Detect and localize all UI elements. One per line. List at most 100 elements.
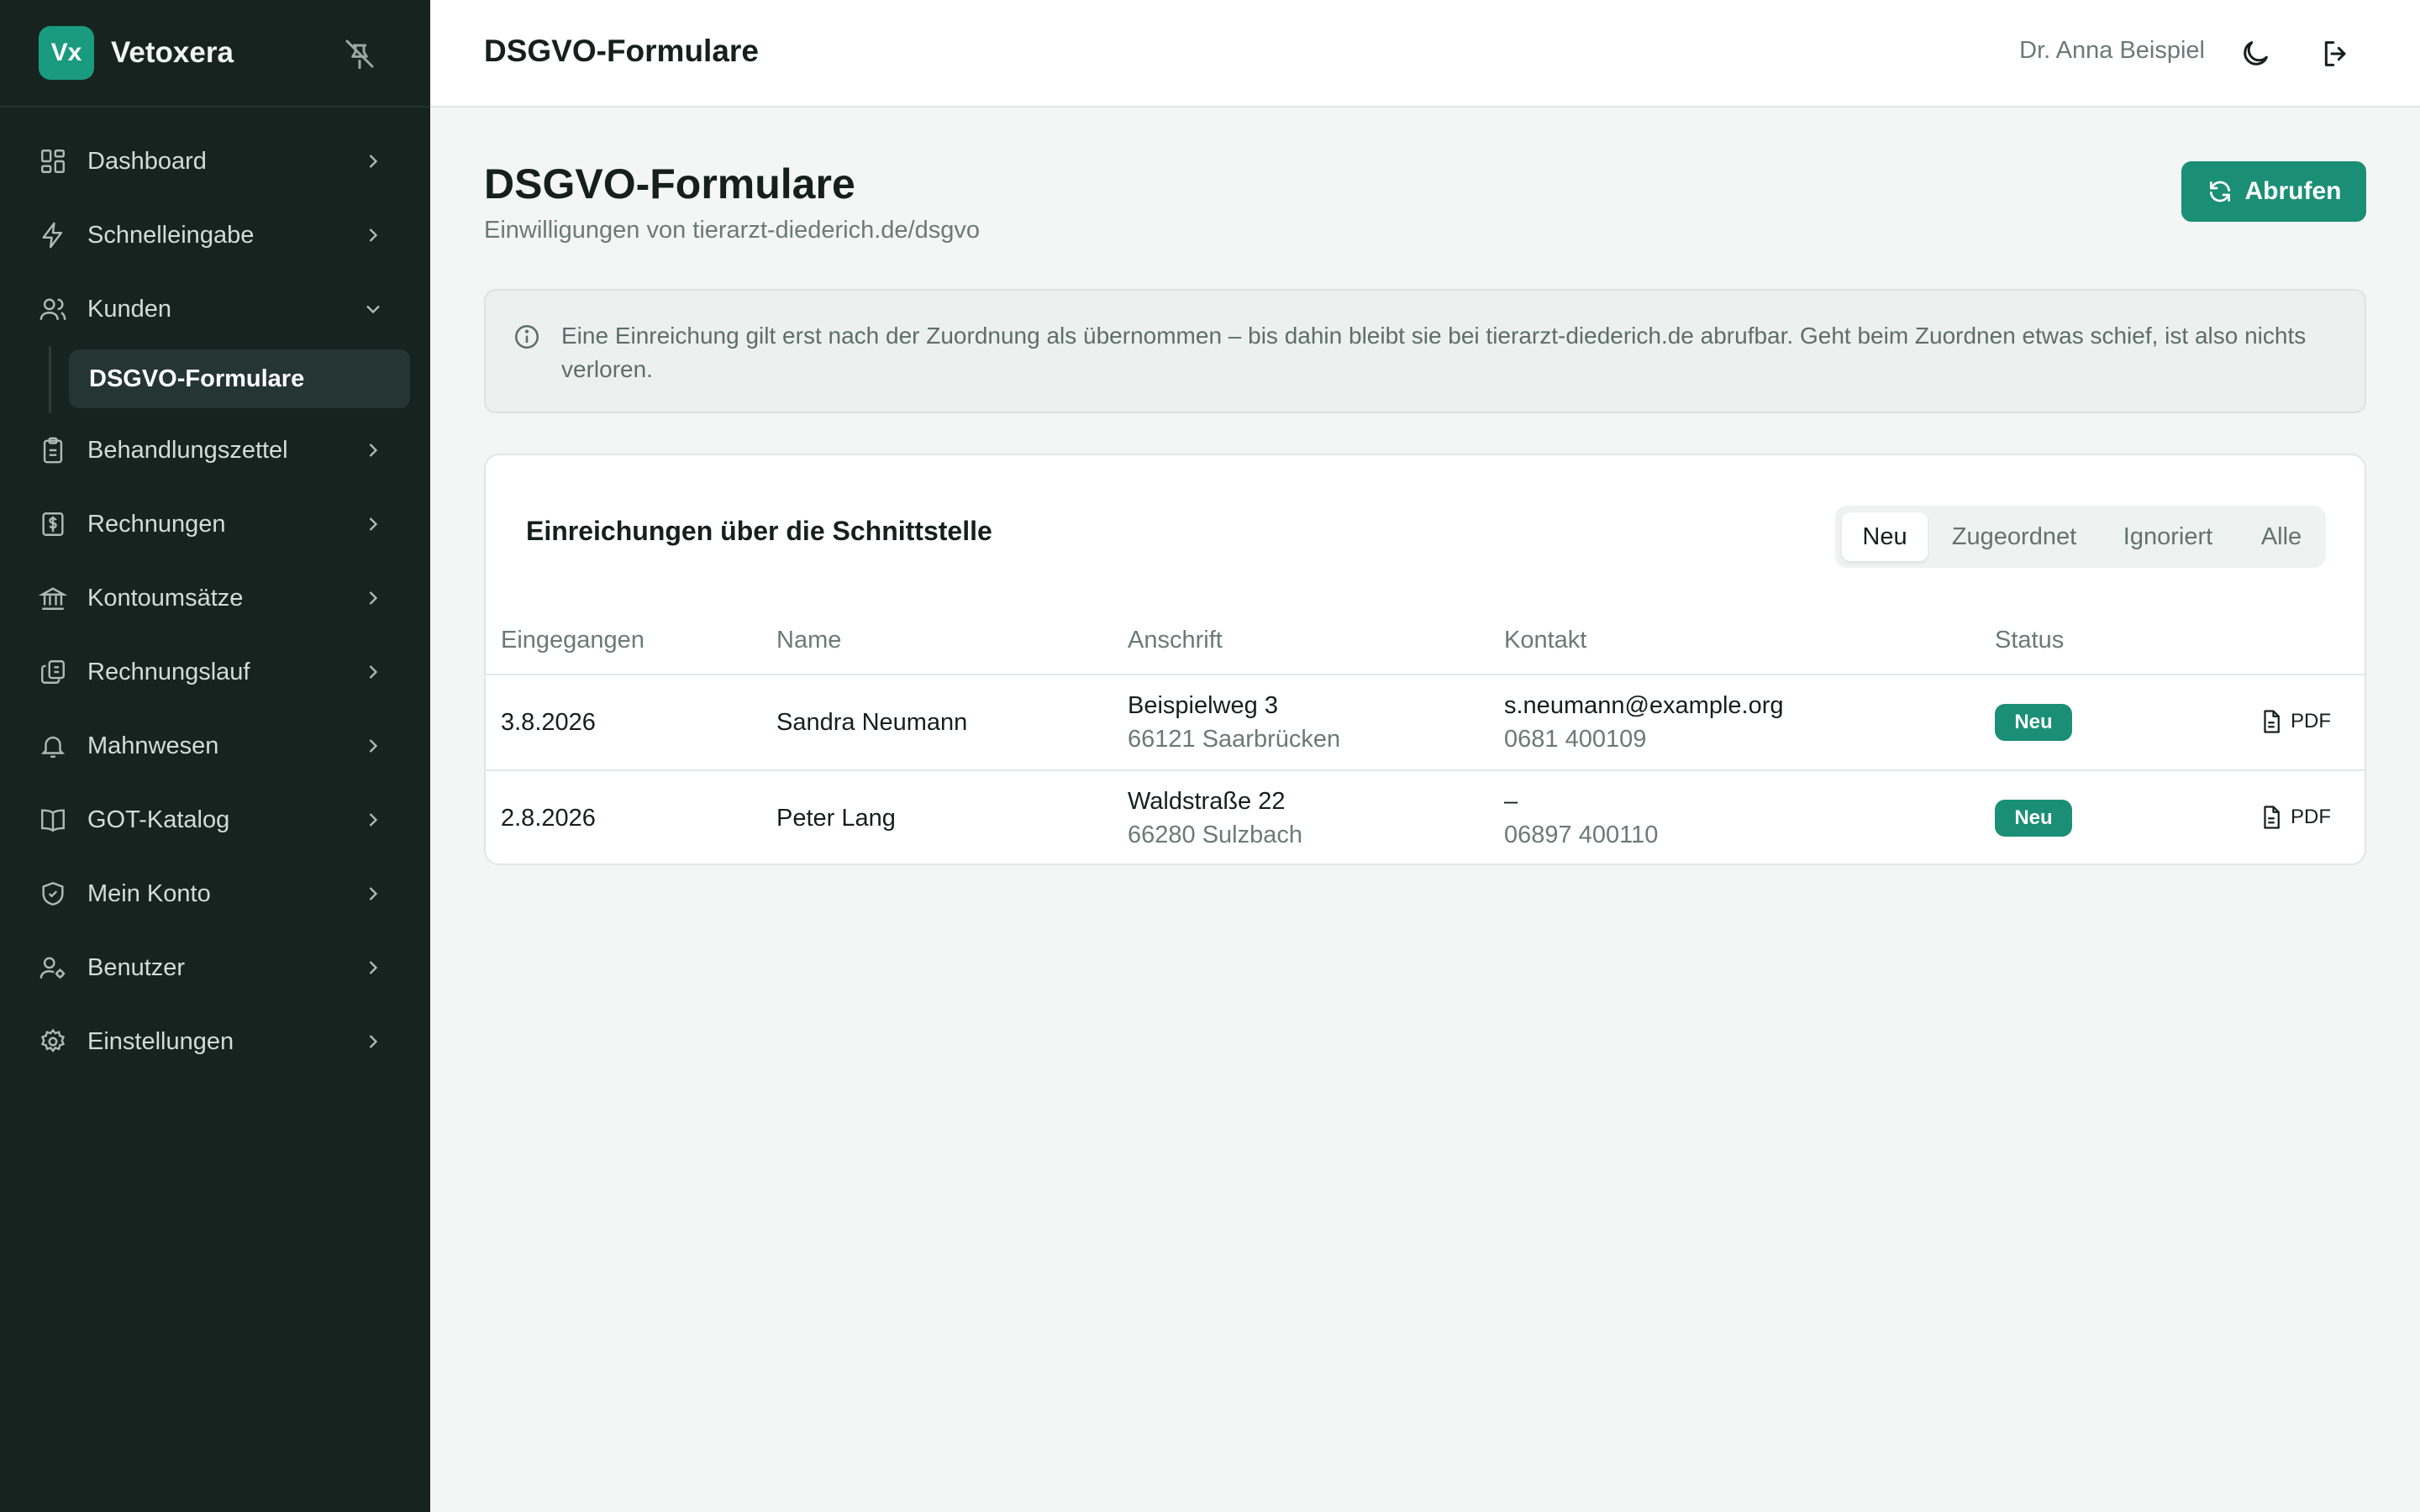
tab-neu[interactable]: Neu <box>1842 512 1928 561</box>
sidebar-item-einstellungen[interactable]: Einstellungen <box>0 1005 430 1079</box>
gear-icon <box>40 1028 66 1053</box>
table-row[interactable]: 2.8.2026 Peter Lang Waldstraße 22 66280 … <box>486 769 2365 864</box>
sidebar-item-rechnungen[interactable]: Rechnungen <box>0 487 430 561</box>
cell-phone: 06897 400110 <box>1504 822 1659 848</box>
file-icon <box>2264 806 2280 829</box>
chevron-right-icon <box>369 739 378 753</box>
pdf-label: PDF <box>2291 806 2331 828</box>
sidebar-item-label: Einstellungen <box>87 1027 234 1055</box>
pdf-link[interactable]: PDF <box>2259 709 2331 734</box>
chevron-right-icon <box>369 228 378 242</box>
clipboard-icon <box>43 437 63 464</box>
tab-zugeordnet[interactable]: Zugeordnet <box>1938 512 2091 561</box>
page-title: DSGVO-Formulare <box>484 160 855 207</box>
card-title: Einreichungen über die Schnittstelle <box>526 516 992 546</box>
column-header-status[interactable]: Status <box>1995 627 2064 654</box>
sidebar-item-label: Rechnungslauf <box>87 658 250 685</box>
sidebar-item-label: Behandlungszettel <box>87 436 288 464</box>
cell-street: Waldstraße 22 <box>1128 788 1286 815</box>
sidebar-item-dsgvo-formulare[interactable]: DSGVO-Formulare <box>69 349 410 408</box>
cell-name: Peter Lang <box>776 805 896 832</box>
sidebar-item-dashboard[interactable]: Dashboard <box>0 124 430 198</box>
user-gear-icon <box>39 957 66 979</box>
cell-name: Sandra Neumann <box>776 709 968 736</box>
chevron-right-icon <box>369 155 378 168</box>
tab-alle[interactable]: Alle <box>2244 512 2319 561</box>
chevron-right-icon <box>369 1035 378 1048</box>
users-icon <box>39 298 66 320</box>
column-header-anschrift[interactable]: Anschrift <box>1128 627 1223 654</box>
sidebar-subnav-kunden: DSGVO-Formulare <box>0 346 430 413</box>
column-header-kontakt[interactable]: Kontakt <box>1504 627 1586 654</box>
chevron-right-icon <box>369 887 378 900</box>
chevron-right-icon <box>369 665 378 679</box>
top-bar: DSGVO-Formulare Dr. Anna Beispiel <box>430 0 2420 108</box>
sidebar-item-kunden[interactable]: Kunden <box>0 272 430 346</box>
chevron-down-icon <box>366 305 380 314</box>
subnav-line <box>49 346 51 413</box>
user-name[interactable]: Dr. Anna Beispiel <box>2019 37 2205 65</box>
sidebar: Vx Vetoxera Dashboard Schnelleingabe Kun… <box>0 0 430 1512</box>
status-badge: Neu <box>1995 800 2072 837</box>
bank-icon <box>39 587 67 610</box>
sidebar-item-behandlungszettel[interactable]: Behandlungszettel <box>0 413 430 487</box>
chevron-right-icon <box>369 813 378 827</box>
app-logo[interactable]: Vx <box>39 26 94 80</box>
header-title: DSGVO-Formulare <box>484 34 759 68</box>
file-icon <box>2264 710 2280 733</box>
status-filter-tabs: Neu Zugeordnet Ignoriert Alle <box>1835 506 2326 568</box>
cell-city: 66280 Sulzbach <box>1128 822 1302 848</box>
refresh-icon <box>2209 181 2230 202</box>
pdf-label: PDF <box>2291 710 2331 732</box>
sidebar-item-mein-konto[interactable]: Mein Konto <box>0 857 430 931</box>
sidebar-item-got-katalog[interactable]: GOT-Katalog <box>0 783 430 857</box>
invoice-icon <box>42 512 64 536</box>
sidebar-item-label: Kontoumsätze <box>87 584 244 612</box>
cell-email: s.neumann@example.org <box>1504 692 1784 719</box>
sidebar-item-label: Mahnwesen <box>87 732 219 759</box>
cell-city: 66121 Saarbrücken <box>1128 726 1341 753</box>
bell-icon <box>40 736 66 758</box>
refresh-button-label: Abrufen <box>2244 177 2342 205</box>
moon-icon[interactable] <box>2238 37 2272 71</box>
chevron-right-icon <box>369 444 378 457</box>
table-row[interactable]: 3.8.2026 Sandra Neumann Beispielweg 3 66… <box>486 674 2365 769</box>
sidebar-item-mahnwesen[interactable]: Mahnwesen <box>0 709 430 783</box>
app-name: Vetoxera <box>111 36 234 69</box>
cell-date: 3.8.2026 <box>501 709 596 736</box>
logout-icon[interactable] <box>2319 37 2353 71</box>
sidebar-nav: Dashboard Schnelleingabe Kunden DSGVO-Fo… <box>0 108 430 1079</box>
column-header-name[interactable]: Name <box>776 627 841 654</box>
sidebar-item-label: Benutzer <box>87 953 186 981</box>
status-badge: Neu <box>1995 704 2072 741</box>
info-banner: Eine Einreichung gilt erst nach der Zuor… <box>484 289 2366 413</box>
sidebar-item-label: Schnelleingabe <box>87 221 255 249</box>
sidebar-item-label: Dashboard <box>87 147 207 175</box>
tab-ignoriert[interactable]: Ignoriert <box>2101 512 2235 561</box>
chevron-right-icon <box>369 517 378 531</box>
sidebar-item-kontoumsaetze[interactable]: Kontoumsätze <box>0 561 430 635</box>
page-subtitle: Einwilligungen von tierarzt-diederich.de… <box>484 217 980 244</box>
column-header-eingegangen[interactable]: Eingegangen <box>501 627 644 654</box>
sidebar-item-label: Mein Konto <box>87 879 211 907</box>
sidebar-item-rechnungslauf[interactable]: Rechnungslauf <box>0 635 430 709</box>
cell-email: – <box>1504 788 1518 815</box>
submissions-card: Einreichungen über die Schnittstelle Neu… <box>484 454 2366 865</box>
chevron-right-icon <box>369 961 378 974</box>
sidebar-item-schnelleingabe[interactable]: Schnelleingabe <box>0 198 430 272</box>
info-text: Eine Einreichung gilt erst nach der Zuor… <box>561 323 2307 382</box>
cell-phone: 0681 400109 <box>1504 726 1647 753</box>
shield-icon <box>42 881 64 906</box>
sidebar-header: Vx Vetoxera <box>0 0 430 108</box>
sidebar-item-label: GOT-Katalog <box>87 806 230 833</box>
book-icon <box>41 809 65 832</box>
bolt-icon <box>42 222 63 249</box>
chevron-right-icon <box>369 591 378 605</box>
copy-icon <box>41 660 65 684</box>
refresh-button[interactable]: Abrufen <box>2181 161 2366 222</box>
pdf-link[interactable]: PDF <box>2259 805 2331 830</box>
info-icon <box>514 324 539 349</box>
cell-date: 2.8.2026 <box>501 805 596 832</box>
sidebar-item-benutzer[interactable]: Benutzer <box>0 931 430 1005</box>
unpin-icon[interactable] <box>343 37 376 71</box>
